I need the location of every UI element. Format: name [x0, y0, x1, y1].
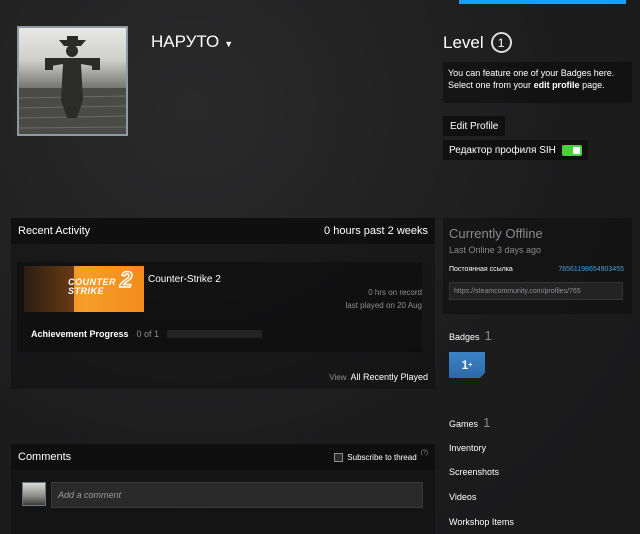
achievement-count: 0 of 1 [136, 329, 160, 339]
comments-header: Comments Subscribe to thread (?) [11, 444, 435, 470]
games-count: 1 [483, 415, 491, 430]
hrs-on-record: 0 hrs on record [368, 288, 422, 297]
comment-placeholder: Add a comment [58, 490, 122, 500]
view-all-recently-played[interactable]: View All Recently Played [329, 372, 428, 382]
recent-activity-title: Recent Activity [18, 225, 91, 237]
chevron-down-icon[interactable]: ▼ [224, 39, 233, 49]
workshop-items-link[interactable]: Workshop Items [449, 517, 514, 527]
subscribe-label: Subscribe to thread [347, 452, 417, 462]
games-label: Games [449, 419, 479, 429]
badge-icon-text: 1 [461, 358, 469, 372]
last-played: last played on 20 Aug [345, 301, 422, 310]
capsule-logo-text: COUNTER STRIKE [68, 277, 116, 296]
badge-icon[interactable]: 1 + [449, 352, 485, 378]
view-all-label: All Recently Played [350, 372, 428, 382]
capsule-logo-number: 2 [119, 267, 133, 292]
view-label: View [329, 373, 347, 382]
achievement-progress-row[interactable]: Achievement Progress 0 of 1 [24, 320, 422, 348]
videos-link[interactable]: Videos [449, 492, 476, 502]
badge-icon-sup: + [468, 361, 473, 369]
badge-hint-suffix: page. [582, 80, 605, 90]
edit-profile-button[interactable]: Edit Profile [443, 116, 506, 136]
badges-label: Badges [449, 332, 480, 342]
comment-input[interactable]: Add a comment [51, 482, 423, 508]
commenter-avatar [22, 482, 46, 506]
edit-profile-link[interactable]: edit profile [534, 80, 580, 90]
games-section-link[interactable]: Games 1 [449, 415, 490, 430]
sih-toggle[interactable] [561, 144, 582, 156]
top-accent-bar [459, 0, 626, 4]
level-display: Level 1 [443, 32, 512, 53]
hours-summary: 0 hours past 2 weeks [324, 225, 428, 237]
sih-editor-button[interactable]: Редактор профиля SIH [443, 140, 588, 160]
game-name-link[interactable]: Counter-Strike 2 [148, 274, 221, 285]
achievement-label: Achievement Progress [31, 329, 129, 339]
badges-count: 1 [484, 328, 492, 343]
avatar-image [19, 28, 126, 134]
persona-name[interactable]: НАРУТО ▼ [151, 32, 233, 52]
profile-avatar[interactable] [17, 26, 128, 136]
level-badge[interactable]: 1 [490, 32, 512, 53]
inventory-link[interactable]: Inventory [449, 443, 486, 453]
recent-activity-header: Recent Activity 0 hours past 2 weeks [11, 218, 435, 244]
badge-hint: You can feature one of your Badges here.… [443, 62, 632, 103]
last-online: Last Online 3 days ago [449, 245, 542, 255]
online-status: Currently Offline [449, 226, 543, 241]
help-icon[interactable]: (?) [421, 450, 428, 456]
edit-profile-label: Edit Profile [450, 120, 499, 132]
badges-section-link[interactable]: Badges 1 [449, 328, 492, 343]
subscribe-to-thread[interactable]: Subscribe to thread (?) [334, 450, 428, 462]
game-capsule-image[interactable]: COUNTER STRIKE 2 [24, 266, 144, 312]
profile-url-field[interactable]: https://steamcommunity.com/profiles/765 [449, 282, 623, 300]
subscribe-checkbox[interactable] [334, 452, 344, 462]
persona-name-text: НАРУТО [151, 32, 220, 51]
capsule-art [24, 266, 74, 312]
level-label: Level [443, 32, 484, 52]
comments-title: Comments [18, 451, 72, 463]
capsule-logo: COUNTER STRIKE 2 [68, 267, 142, 296]
permalink-label: Постоянная ссылка [449, 266, 513, 273]
sih-editor-label: Редактор профиля SIH [449, 144, 556, 156]
achievement-progress-bar [167, 330, 263, 338]
screenshots-link[interactable]: Screenshots [449, 467, 499, 477]
steam-id-link[interactable]: 76561198654903455 [558, 266, 624, 273]
